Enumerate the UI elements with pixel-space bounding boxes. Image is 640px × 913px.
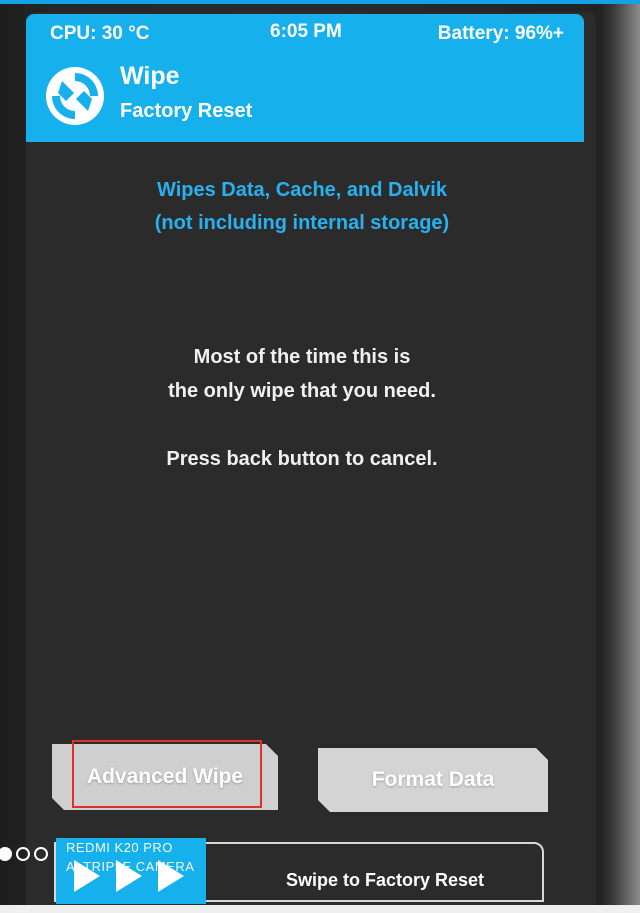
description-line: Wipes Data, Cache, and Dalvik bbox=[157, 179, 447, 201]
info-line: Press back button to cancel. bbox=[166, 448, 438, 470]
watermark-line: AI TRIPLE CAMERA bbox=[66, 859, 195, 874]
twrp-logo-icon bbox=[46, 67, 104, 125]
page-subtitle: Factory Reset bbox=[120, 100, 253, 122]
info-line: the only wipe that you need. bbox=[168, 380, 436, 402]
carousel-dots bbox=[0, 847, 48, 861]
clock: 6:05 PM bbox=[270, 21, 342, 42]
carousel-dot[interactable] bbox=[34, 847, 48, 861]
battery-status: Battery: 96%+ bbox=[437, 23, 564, 44]
format-data-button[interactable]: Format Data bbox=[318, 748, 548, 812]
description-line: (not including internal storage) bbox=[154, 212, 450, 234]
cpu-temperature: CPU: 30 °C bbox=[50, 23, 150, 44]
page-title: Wipe bbox=[120, 62, 180, 90]
top-accent-strip bbox=[0, 0, 640, 4]
photo-frame: CPU: 30 °C 6:05 PM Battery: 96%+ Wipe Fa… bbox=[0, 0, 640, 913]
wipe-info: Most of the time this is the only wipe t… bbox=[26, 340, 578, 476]
wipe-description: Wipes Data, Cache, and Dalvik (not inclu… bbox=[26, 174, 578, 240]
swipe-label: Swipe to Factory Reset bbox=[285, 870, 485, 890]
info-line: Most of the time this is bbox=[193, 346, 411, 368]
carousel-dot-active[interactable] bbox=[0, 847, 12, 861]
carousel-dot[interactable] bbox=[16, 847, 30, 861]
camera-watermark: REDMI K20 PRO AI TRIPLE CAMERA bbox=[66, 838, 194, 876]
page-header: Wipe Factory Reset bbox=[26, 52, 584, 142]
status-bar: CPU: 30 °C 6:05 PM Battery: 96%+ bbox=[26, 14, 584, 52]
bottom-strip bbox=[0, 905, 640, 913]
watermark-line: REDMI K20 PRO bbox=[66, 840, 173, 855]
highlight-annotation bbox=[72, 740, 262, 808]
